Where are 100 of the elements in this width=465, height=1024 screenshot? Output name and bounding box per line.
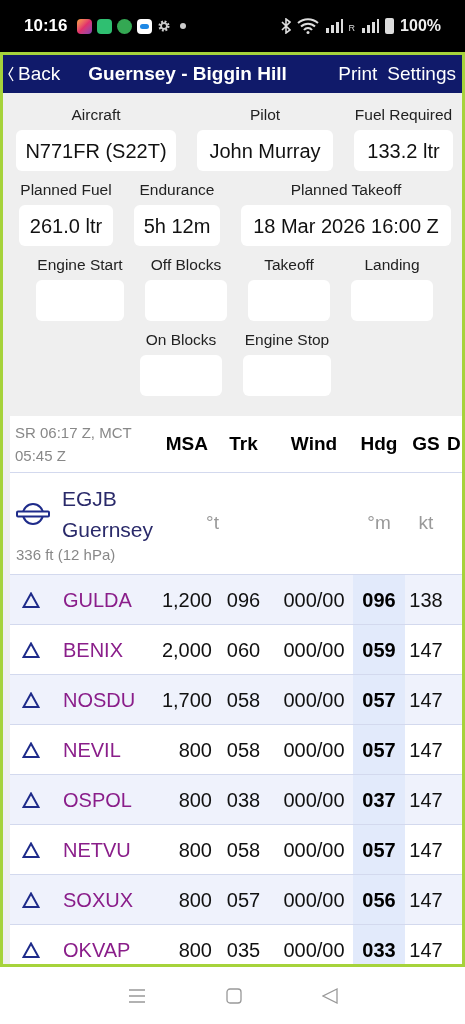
column-header: D [447,431,462,456]
waypoint-name: OSPOL [62,787,133,813]
input-field[interactable]: 261.0 ltr [19,205,113,246]
table-cell-text: 000/00 [282,637,346,663]
waypoint-name: NEVIL [62,737,122,763]
airport-elevation: 336 ft (12 hPa) [16,544,117,565]
field-label: On Blocks [145,330,217,350]
waypoint-triangle-icon [22,841,40,858]
waypoint-name: BENIX [62,637,125,663]
column-header: MSA [164,431,209,456]
table-cell-text: 1,200 [160,587,212,613]
table-cell-text: 1,700 [160,687,212,713]
shield-app-icon [117,18,133,34]
table-cell-text: 800 [177,937,212,963]
field-label: Engine Stop [244,330,330,350]
heading-cell: 056 [353,875,405,924]
heading-cell: 057 [353,825,405,874]
waypoint-row[interactable]: BENIX 2,000 060 000/00 059 147 [10,625,462,675]
table-cell-text: 058 [225,837,262,863]
heading-cell: 059 [353,625,405,674]
table-cell-text: 060 [225,637,262,663]
table-cell-text: 147 [408,637,444,663]
table-cell-text: 147 [408,787,444,813]
table-cell-text: 800 [177,787,212,813]
table-cell-text: 147 [408,937,444,963]
waypoint-triangle-icon [22,741,40,758]
heading-cell: 057 [353,675,405,724]
heading-cell: 037 [353,775,405,824]
waypoint-name: OKVAP [62,937,132,963]
field-label: Fuel Required [354,105,453,125]
waypoint-row[interactable]: NETVU 800 058 000/00 057 147 [10,825,462,875]
waypoint-row[interactable]: NOSDU 1,700 058 000/00 057 147 [10,675,462,725]
table-cell-text: 058 [225,737,262,763]
waypoint-row[interactable]: GULDA 1,200 096 000/00 096 138 [10,575,462,625]
back-chevron-icon [8,66,14,82]
field-label: Pilot [249,105,281,125]
roaming-label: R [348,21,356,35]
input-field[interactable]: N771FR (S22T) [16,130,176,171]
heading-cell: 033 [353,925,405,964]
settings-icon [157,19,172,33]
table-cell-text: 138 [408,587,444,613]
waypoint-triangle-icon [22,891,40,908]
field-label: Planned Takeoff [290,180,402,200]
waypoint-row[interactable]: SOXUX 800 057 000/00 056 147 [10,875,462,925]
nav-action-button[interactable]: Settings [387,59,456,89]
field-label: Landing [364,255,420,275]
table-cell-text: 147 [408,837,444,863]
table-cell-text: 800 [177,737,212,763]
field-label: Engine Start [37,255,123,275]
wifi-icon [296,18,319,34]
input-field[interactable]: 133.2 ltr [354,130,453,171]
table-cell-text: 000/00 [282,587,346,613]
column-header: GS [411,431,441,456]
input-field[interactable]: 5h 12m [134,205,220,246]
battery-icon [385,18,395,34]
table-cell-text: 000/00 [282,687,346,713]
table-cell-text: 000/00 [282,937,346,963]
input-field[interactable]: 18 Mar 2026 16:00 Z [241,205,451,246]
table-cell-text: 000/00 [282,837,346,863]
airport-name: Guernsey [62,516,154,543]
unit-label: °t [205,511,220,536]
unit-label: °m [366,511,392,536]
waypoint-name: NOSDU [62,687,137,713]
signal-icon [361,19,380,33]
heading-cell: 057 [353,725,405,774]
bluetooth-icon [280,18,291,34]
table-cell-text: 038 [225,787,262,813]
table-cell-text: 147 [408,737,444,763]
input-field[interactable]: John Murray [197,130,333,171]
table-cell-text: 147 [408,687,444,713]
table-cell-text: 000/00 [282,887,346,913]
table-cell-text: 800 [177,887,212,913]
waypoint-triangle-icon [22,941,40,958]
field-label: Off Blocks [150,255,222,275]
nav-action-button[interactable]: Print [338,59,378,89]
table-cell-text: 057 [225,887,262,913]
table-cell-text: 058 [225,687,262,713]
back-button[interactable]: Back [8,59,61,89]
waypoint-triangle-icon [22,791,40,808]
waypoint-row[interactable]: OSPOL 800 038 000/00 037 147 [10,775,462,825]
field-label: Endurance [139,180,215,200]
sun-times: SR 06:17 Z, MCT 05:45 Z [14,423,133,466]
waypoint-name: GULDA [62,587,133,613]
cloud-app-icon [137,18,153,34]
table-cell-text: 035 [225,937,262,963]
back-icon[interactable] [321,987,338,1004]
waypoint-triangle-icon [22,641,40,658]
field-label: Aircraft [71,105,121,125]
home-icon[interactable] [225,987,242,1004]
heading-cell: 096 [353,575,405,624]
waypoint-row[interactable]: NEVIL 800 058 000/00 057 147 [10,725,462,775]
status-time: 10:16 [24,15,68,38]
table-cell-text: 2,000 [160,637,212,663]
field-label: Takeoff [264,255,314,275]
field-label: Planned Fuel [20,180,112,200]
recent-apps-icon[interactable] [127,987,146,1004]
column-header: Trk [228,431,259,456]
battery-app-icon [97,18,113,34]
waypoint-name: SOXUX [62,887,135,913]
column-header: Wind [289,431,339,456]
